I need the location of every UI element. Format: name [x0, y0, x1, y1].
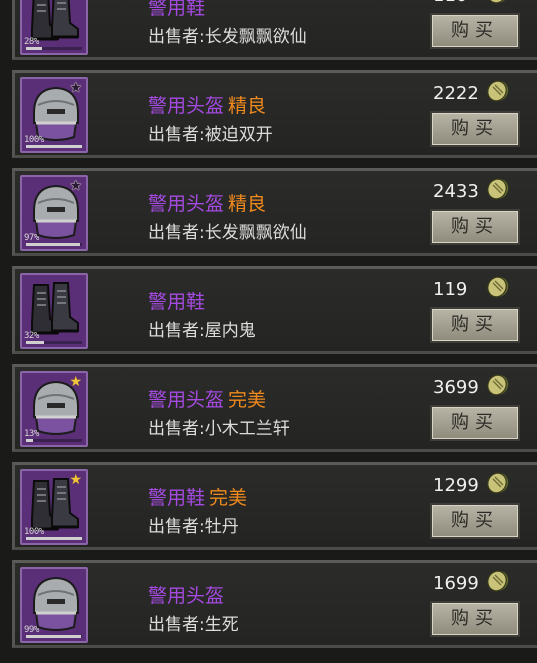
item-slot[interactable]: ★ 13% — [20, 371, 88, 447]
item-name: 警用头盔 完美 — [148, 389, 267, 411]
seller-label: 出售者:小木工兰轩 — [148, 419, 290, 439]
item-slot[interactable]: 32% — [20, 273, 88, 349]
durability-percent: 100% — [24, 135, 44, 145]
listing-row: ★ 100% 警用头盔 精良 出售者:被迫双开 2222 购买 — [12, 70, 537, 158]
item-name: 警用鞋 — [148, 0, 206, 19]
coin-icon — [487, 374, 509, 396]
buy-button[interactable]: 购买 — [430, 307, 520, 343]
buy-button[interactable]: 购买 — [430, 601, 520, 637]
seller-label: 出售者:生死 — [148, 615, 239, 635]
item-quality: 精良 — [228, 95, 267, 117]
seller-label: 出售者:牡丹 — [148, 517, 239, 537]
item-slot[interactable]: ★ 100% — [20, 77, 88, 153]
coin-icon — [487, 276, 509, 298]
listing-row: ★ 13% 警用头盔 完美 出售者:小木工兰轩 3699 购买 — [12, 364, 537, 452]
price: 1699 — [433, 573, 479, 594]
coin-icon — [487, 0, 509, 4]
durability-bar — [26, 145, 82, 148]
quality-star-icon: ★ — [69, 178, 82, 194]
item-name: 警用鞋 完美 — [148, 487, 248, 509]
durability-percent: 28% — [24, 37, 39, 47]
item-name: 警用头盔 — [148, 585, 225, 607]
price: 119 — [433, 279, 468, 300]
listing-row: ★ 97% 警用头盔 精良 出售者:长发飘飘欲仙 2433 购买 — [12, 168, 537, 256]
price: 3699 — [433, 377, 479, 398]
quality-star-icon: ★ — [69, 374, 82, 390]
durability-bar — [26, 439, 82, 442]
listing-row: ★ 100% 警用鞋 完美 出售者:牡丹 1299 购买 — [12, 462, 537, 550]
item-slot[interactable]: 99% — [20, 567, 88, 643]
coin-icon — [487, 80, 509, 102]
item-name: 警用头盔 精良 — [148, 193, 267, 215]
durability-bar — [26, 635, 82, 638]
durability-bar — [26, 341, 82, 344]
buy-button[interactable]: 购买 — [430, 13, 520, 49]
item-slot[interactable]: 28% — [20, 0, 88, 55]
price: 2433 — [433, 181, 479, 202]
listing-row: 99% 警用头盔 出售者:生死 1699 购买 — [12, 560, 537, 648]
buy-button[interactable]: 购买 — [430, 503, 520, 539]
durability-bar — [26, 537, 82, 540]
item-slot[interactable]: ★ 97% — [20, 175, 88, 251]
listing-row: 32% 警用鞋 出售者:屋内鬼 119 购买 — [12, 266, 537, 354]
coin-icon — [487, 472, 509, 494]
price: 2222 — [433, 83, 479, 104]
price: 110 — [433, 0, 467, 6]
item-quality: 完美 — [228, 389, 267, 411]
durability-percent: 13% — [24, 429, 39, 439]
seller-label: 出售者:被迫双开 — [148, 125, 273, 145]
buy-button[interactable]: 购买 — [430, 209, 520, 245]
coin-icon — [487, 570, 509, 592]
durability-percent: 100% — [24, 527, 44, 537]
seller-label: 出售者:长发飘飘欲仙 — [148, 223, 307, 243]
quality-star-icon: ★ — [69, 472, 82, 488]
durability-percent: 97% — [24, 233, 39, 243]
quality-star-icon: ★ — [69, 80, 82, 96]
seller-label: 出售者:屋内鬼 — [148, 321, 256, 341]
price: 1299 — [433, 475, 479, 496]
item-name: 警用头盔 精良 — [148, 95, 267, 117]
seller-label: 出售者:长发飘飘欲仙 — [148, 27, 307, 47]
listing-row: 28% 警用鞋 出售者:长发飘飘欲仙 110 购买 — [12, 0, 537, 60]
durability-bar — [26, 47, 82, 50]
buy-button[interactable]: 购买 — [430, 405, 520, 441]
item-quality: 完美 — [209, 487, 248, 509]
item-name: 警用鞋 — [148, 291, 206, 313]
durability-percent: 99% — [24, 625, 39, 635]
durability-percent: 32% — [24, 331, 39, 341]
item-slot[interactable]: ★ 100% — [20, 469, 88, 545]
coin-icon — [487, 178, 509, 200]
buy-button[interactable]: 购买 — [430, 111, 520, 147]
durability-bar — [26, 243, 82, 246]
item-quality: 精良 — [228, 193, 267, 215]
